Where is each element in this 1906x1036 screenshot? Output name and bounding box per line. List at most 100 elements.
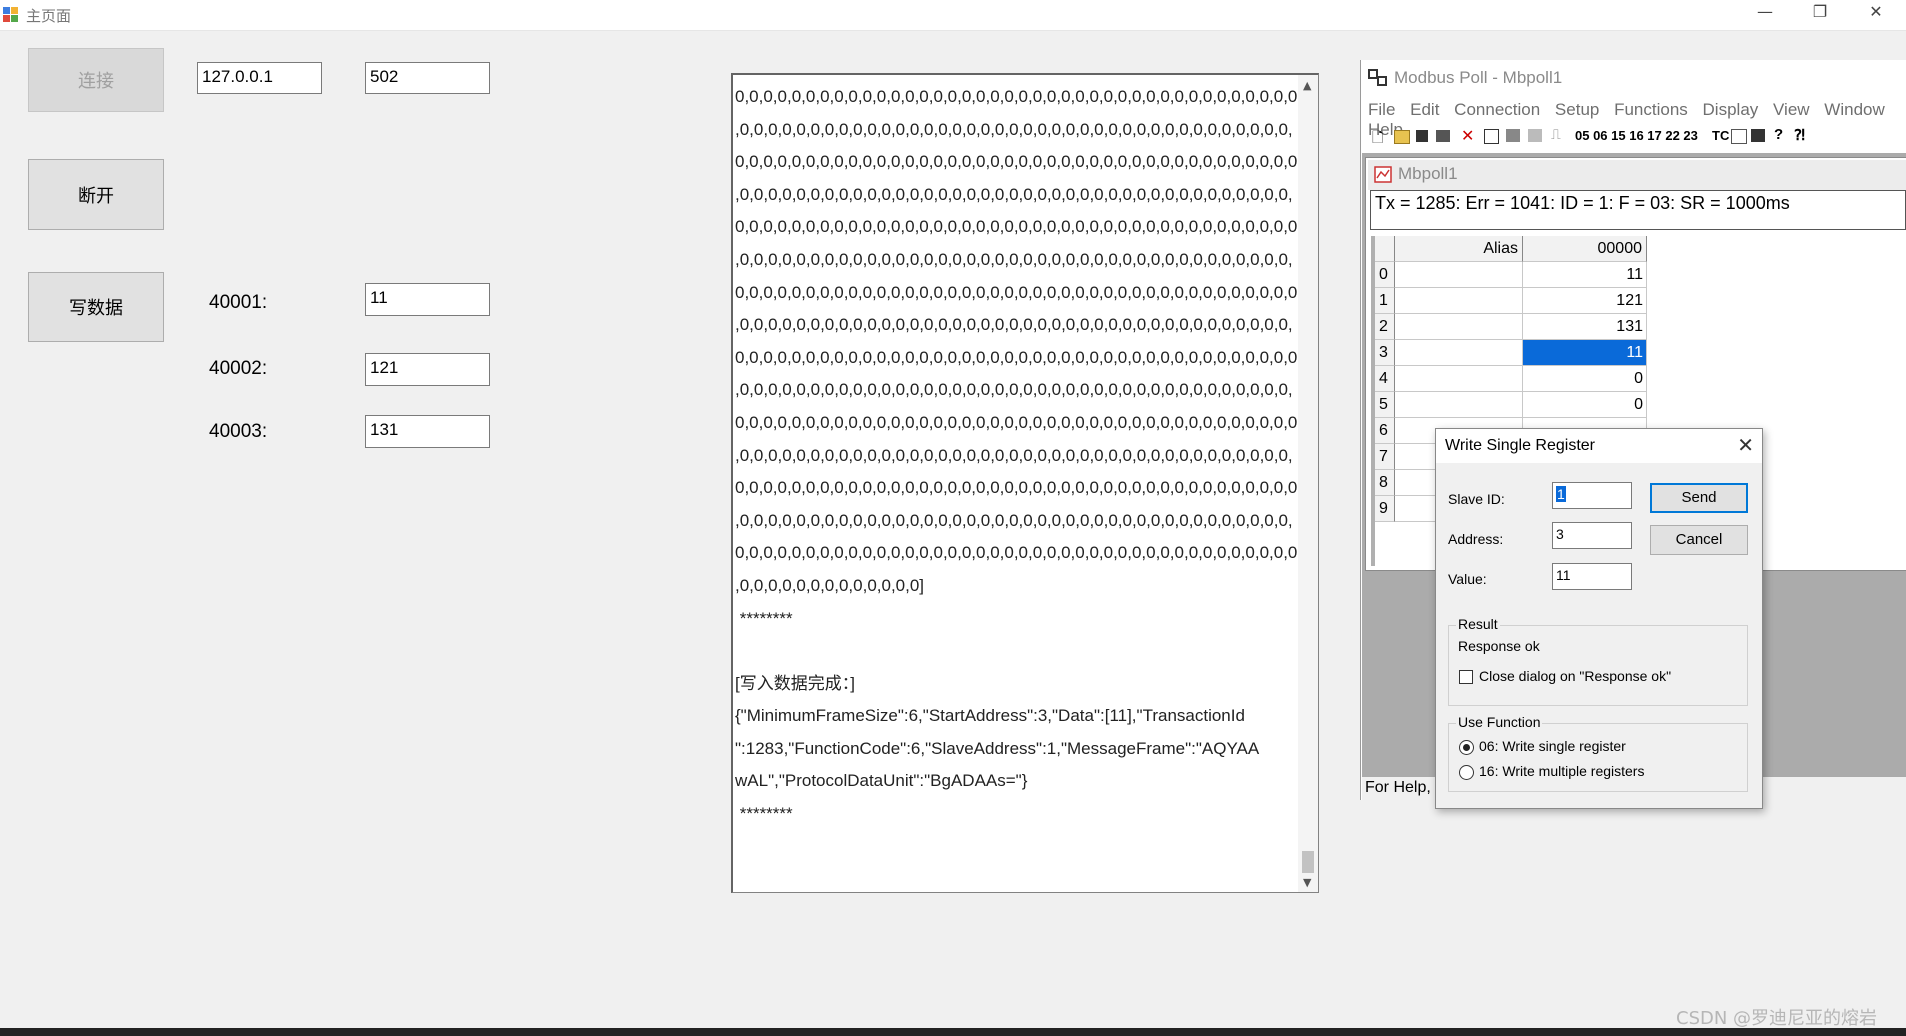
menu-display[interactable]: Display xyxy=(1703,100,1759,119)
context-help-icon[interactable]: ⁈ xyxy=(1794,126,1805,144)
save-icon[interactable] xyxy=(1416,130,1428,142)
grid-value-cell[interactable]: 131 xyxy=(1523,314,1647,340)
grid-row-index[interactable]: 9 xyxy=(1375,496,1395,522)
log-textarea[interactable]: 0,0,0,0,0,0,0,0,0,0,0,0,0,0,0,0,0,0,0,0,… xyxy=(731,73,1319,893)
menu-functions[interactable]: Functions xyxy=(1614,100,1688,119)
close-x-icon[interactable]: ✕ xyxy=(1461,126,1474,146)
send-button[interactable]: Send xyxy=(1650,483,1748,513)
close-dialog-label[interactable]: Close dialog on "Response ok" xyxy=(1479,668,1671,684)
register-input-40001[interactable]: 11 xyxy=(365,283,490,316)
grid-alias-cell[interactable] xyxy=(1395,392,1523,418)
grid-row-index[interactable]: 7 xyxy=(1375,444,1395,470)
log-line: 0,0,0,0,0,0,0,0,0,0,0,0,0,0,0,0,0,0,0,0,… xyxy=(735,87,1298,106)
function-codes[interactable]: 05 06 15 16 17 22 23 xyxy=(1575,128,1698,143)
menu-window[interactable]: Window xyxy=(1824,100,1884,119)
log-line: ,0,0,0,0,0,0,0,0,0,0,0,0,0,0,0,0,0,0,0,0… xyxy=(735,315,1293,335)
log-line: ******** xyxy=(735,608,793,628)
close-button[interactable]: ✕ xyxy=(1856,2,1896,21)
window-icon[interactable] xyxy=(1484,129,1499,144)
log-line: 0,0,0,0,0,0,0,0,0,0,0,0,0,0,0,0,0,0,0,0,… xyxy=(735,412,1298,432)
value-label: Value: xyxy=(1448,571,1487,587)
col-header-alias[interactable]: Alias xyxy=(1395,236,1523,262)
menu-edit[interactable]: Edit xyxy=(1410,100,1439,119)
tc-button[interactable]: TC xyxy=(1712,128,1729,143)
open-icon[interactable] xyxy=(1394,130,1410,144)
value-input[interactable]: 11 xyxy=(1552,563,1632,590)
disconnect-button[interactable]: 断开 xyxy=(28,159,164,230)
grid-alias-cell[interactable] xyxy=(1395,262,1523,288)
grid-row-index[interactable]: 1 xyxy=(1375,288,1395,314)
grid-alias-cell[interactable] xyxy=(1395,340,1523,366)
grid-value-cell[interactable]: 121 xyxy=(1523,288,1647,314)
dialog-close-icon[interactable]: ✕ xyxy=(1737,433,1754,458)
grid-row-index[interactable]: 8 xyxy=(1375,470,1395,496)
modbus-toolbar: 🗋 ✕ ⎍ 05 06 15 16 17 22 23 TC ? ⁈ xyxy=(1366,126,1906,148)
result-title: Result xyxy=(1456,616,1500,632)
app-icon xyxy=(3,7,18,22)
new-icon[interactable]: 🗋 xyxy=(1372,127,1383,151)
grid-row-index[interactable]: 5 xyxy=(1375,392,1395,418)
scroll-down-icon[interactable]: ▼ xyxy=(1303,876,1311,889)
poll-status-line: Tx = 1285: Err = 1041: ID = 1: F = 03: S… xyxy=(1370,190,1906,230)
fn06-radio[interactable] xyxy=(1459,740,1474,755)
grid-value-cell[interactable]: 11 xyxy=(1523,262,1647,288)
grid-row-index[interactable]: 4 xyxy=(1375,366,1395,392)
scroll-up-icon[interactable]: ▲ xyxy=(1303,79,1311,92)
log-line: ,0,0,0,0,0,0,0,0,0,0,0,0,0,0,0,0,0,0,0,0… xyxy=(735,249,1293,269)
grid-value-cell[interactable]: 11 xyxy=(1523,340,1647,366)
close-dialog-checkbox[interactable] xyxy=(1459,670,1473,684)
connect-icon[interactable] xyxy=(1506,129,1520,142)
ip-input[interactable]: 127.0.0.1 xyxy=(197,62,322,94)
cancel-button[interactable]: Cancel xyxy=(1650,525,1748,555)
connect-button[interactable]: 连接 xyxy=(28,48,164,112)
write-data-button[interactable]: 写数据 xyxy=(28,272,164,342)
modbus-app-icon xyxy=(1368,69,1387,86)
fn16-label[interactable]: 16: Write multiple registers xyxy=(1479,763,1644,779)
grid-left-edge xyxy=(1371,236,1375,566)
print-icon[interactable] xyxy=(1436,130,1450,142)
disconnect-icon[interactable] xyxy=(1528,129,1542,142)
register-label-40003: 40003: xyxy=(209,421,268,442)
log-scrollbar[interactable]: ▲ ▼ xyxy=(1298,75,1318,892)
grid-alias-cell[interactable] xyxy=(1395,366,1523,392)
monitor-icon[interactable] xyxy=(1751,129,1765,142)
child-window-icon xyxy=(1374,166,1392,183)
slave-id-label: Slave ID: xyxy=(1448,491,1505,507)
log-line: 0,0,0,0,0,0,0,0,0,0,0,0,0,0,0,0,0,0,0,0,… xyxy=(735,543,1298,563)
address-input[interactable]: 3 xyxy=(1552,522,1632,549)
child-titlebar: Mbpoll1 xyxy=(1368,160,1906,190)
slave-id-input[interactable]: 1 xyxy=(1552,482,1632,509)
menu-file[interactable]: File xyxy=(1368,100,1395,119)
window-title: 主页面 xyxy=(26,7,72,25)
help-icon[interactable]: ? xyxy=(1774,126,1783,143)
modbus-title: Modbus Poll - Mbpoll1 xyxy=(1394,68,1563,87)
scroll-thumb[interactable] xyxy=(1302,851,1314,873)
fn16-radio[interactable] xyxy=(1459,765,1474,780)
grid-row-index[interactable]: 0 xyxy=(1375,262,1395,288)
write-single-register-dialog: Write Single Register ✕ Slave ID: 1 Addr… xyxy=(1435,428,1763,809)
grid-alias-cell[interactable] xyxy=(1395,288,1523,314)
col-header-address[interactable]: 00000 xyxy=(1523,236,1647,262)
grid-row-index[interactable]: 2 xyxy=(1375,314,1395,340)
menu-setup[interactable]: Setup xyxy=(1555,100,1599,119)
register-label-40001: 40001: xyxy=(209,292,268,313)
grid-row-index[interactable]: 3 xyxy=(1375,340,1395,366)
grid-row-index[interactable]: 6 xyxy=(1375,418,1395,444)
fn06-label[interactable]: 06: Write single register xyxy=(1479,738,1626,754)
register-input-40003[interactable]: 131 xyxy=(365,415,490,448)
dialog-titlebar: Write Single Register xyxy=(1436,429,1762,463)
port-input[interactable]: 502 xyxy=(365,62,490,94)
grid-alias-cell[interactable] xyxy=(1395,314,1523,340)
address-label: Address: xyxy=(1448,531,1504,547)
restore-button[interactable]: ❐ xyxy=(1800,2,1840,21)
menu-view[interactable]: View xyxy=(1773,100,1810,119)
display-icon[interactable] xyxy=(1731,129,1747,144)
log-line: ":1283,"FunctionCode":6,"SlaveAddress":1… xyxy=(735,738,1260,758)
menu-connection[interactable]: Connection xyxy=(1454,100,1540,119)
minimize-button[interactable]: — xyxy=(1745,2,1785,21)
grid-value-cell[interactable]: 0 xyxy=(1523,392,1647,418)
register-input-40002[interactable]: 121 xyxy=(365,353,490,386)
slave-id-value: 1 xyxy=(1556,486,1566,502)
grid-value-cell[interactable]: 0 xyxy=(1523,366,1647,392)
pulse-icon[interactable]: ⎍ xyxy=(1551,126,1561,143)
